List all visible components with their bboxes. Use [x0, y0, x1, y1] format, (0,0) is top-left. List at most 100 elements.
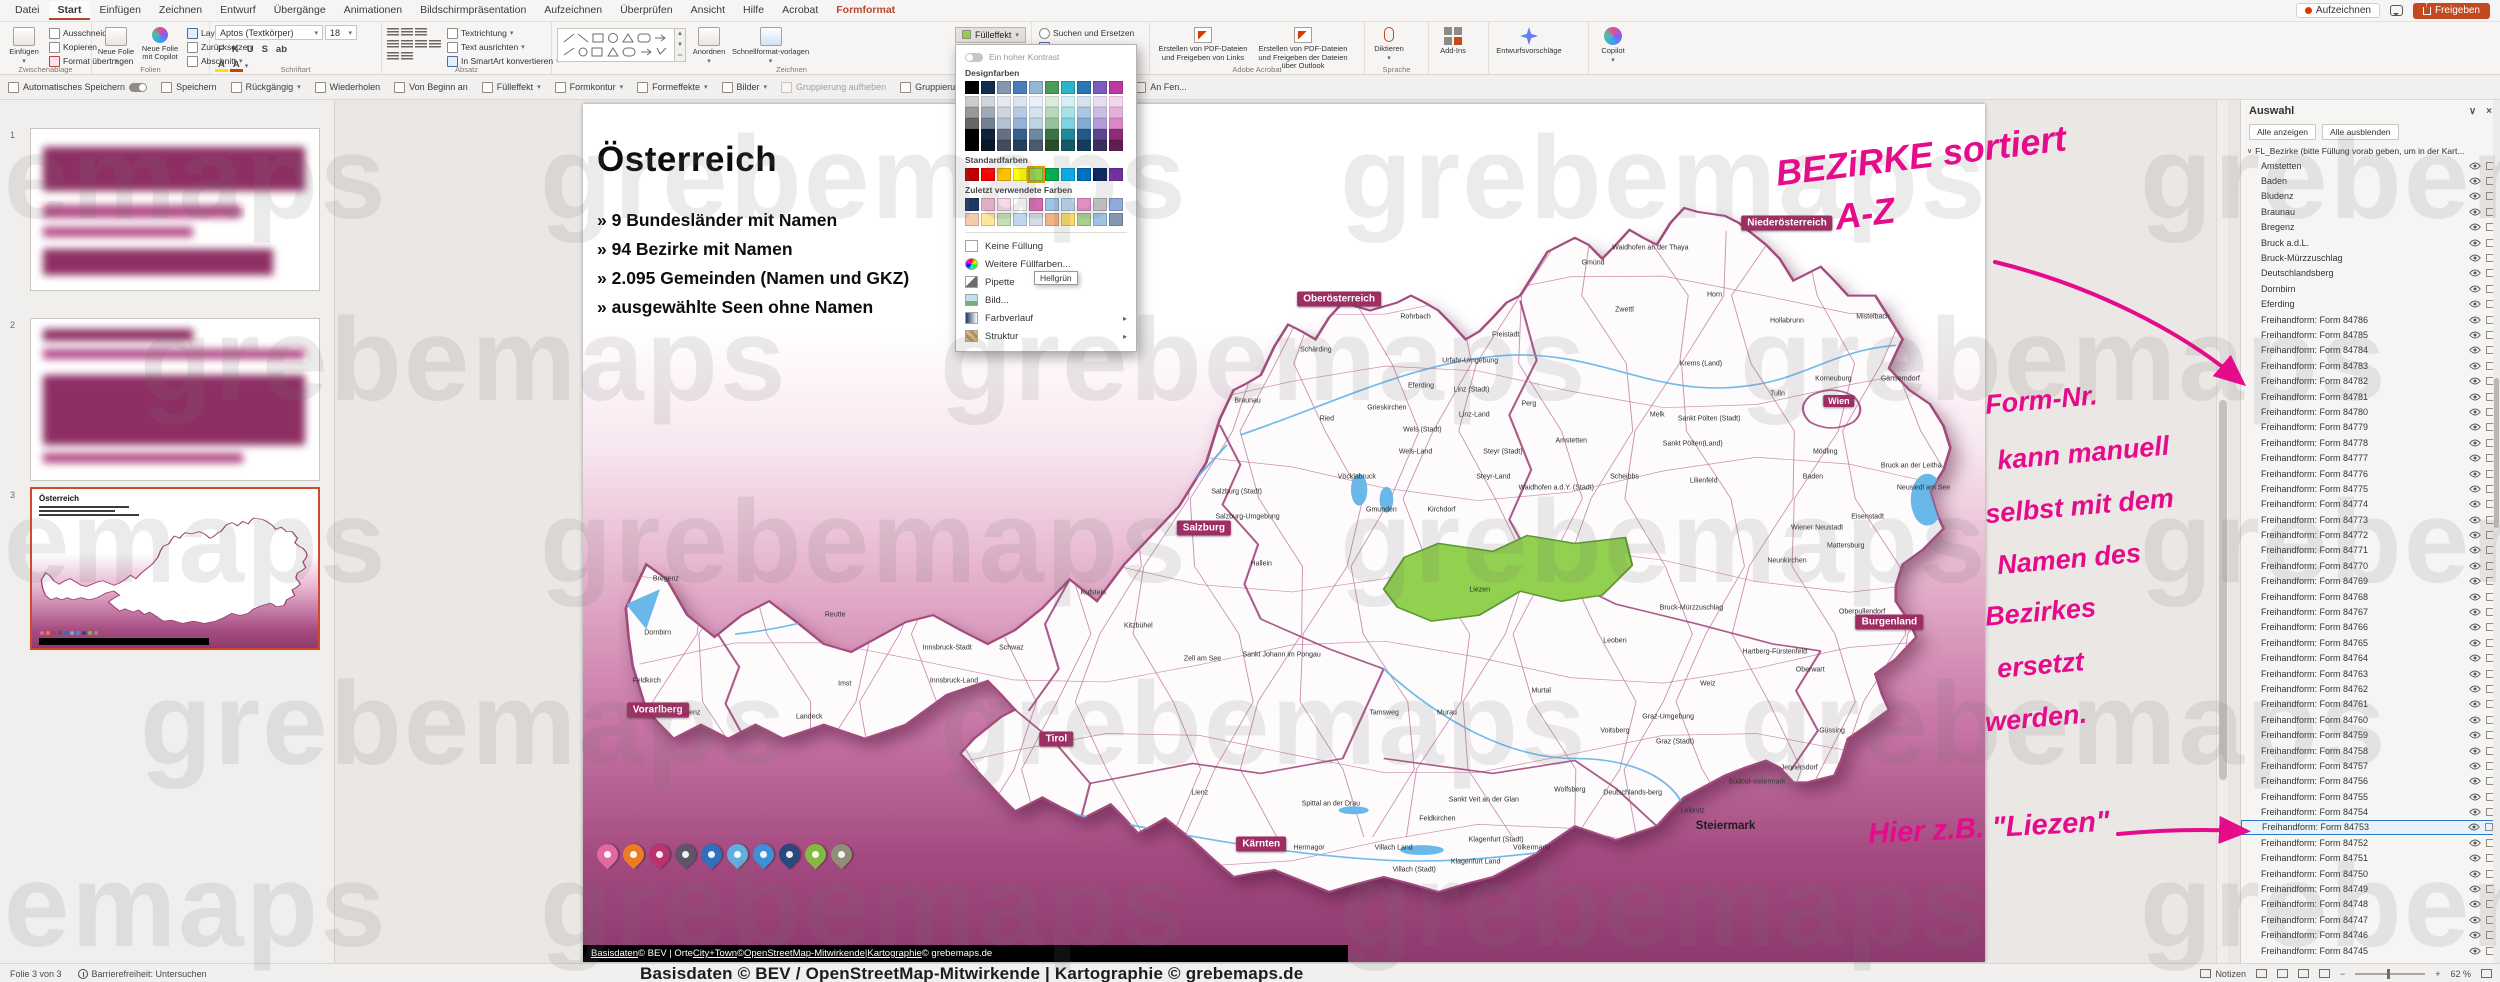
- font-style-button[interactable]: F: [215, 43, 227, 56]
- color-swatch[interactable]: [1109, 168, 1123, 181]
- accessibility-checker[interactable]: Barrierefreiheit: Untersuchen: [78, 969, 207, 979]
- color-swatch[interactable]: [1061, 129, 1075, 140]
- color-swatch[interactable]: [1029, 140, 1043, 151]
- color-swatch[interactable]: [1109, 140, 1123, 151]
- color-swatch[interactable]: [1013, 168, 1027, 181]
- visibility-eye-icon[interactable]: [2469, 731, 2481, 739]
- visibility-eye-icon[interactable]: [2469, 762, 2481, 770]
- selection-list-item[interactable]: Eferding: [2241, 297, 2500, 312]
- new-slide-copilot-button[interactable]: Neue Folie mit Copilot: [139, 25, 181, 62]
- map-pin-icon[interactable]: [593, 840, 623, 870]
- dictate-button[interactable]: Diktieren▾: [1370, 25, 1408, 63]
- visibility-eye-icon[interactable]: [2469, 546, 2481, 554]
- color-swatch[interactable]: [965, 118, 979, 129]
- slide-thumbnail-2[interactable]: [30, 318, 320, 481]
- selection-list-item[interactable]: Freihandform: Form 84748: [2241, 897, 2500, 912]
- color-swatch[interactable]: [1109, 118, 1123, 129]
- quick-access-button[interactable]: Bilder ▾: [722, 82, 768, 93]
- map-pin-icon[interactable]: [671, 840, 701, 870]
- addins-button[interactable]: Add-Ins: [1434, 25, 1472, 55]
- visibility-eye-icon[interactable]: [2469, 931, 2481, 939]
- selection-list-item[interactable]: Freihandform: Form 84751: [2241, 851, 2500, 866]
- visibility-eye-icon[interactable]: [2469, 916, 2481, 924]
- color-swatch[interactable]: [981, 213, 995, 226]
- zoom-slider[interactable]: [2355, 973, 2425, 975]
- visibility-eye-icon[interactable]: [2469, 454, 2481, 462]
- color-swatch[interactable]: [1029, 168, 1043, 181]
- color-swatch[interactable]: [997, 118, 1011, 129]
- color-swatch[interactable]: [1013, 81, 1027, 94]
- selection-list-item[interactable]: Freihandform: Form 84767: [2241, 604, 2500, 619]
- color-swatch[interactable]: [981, 140, 995, 151]
- selection-list-item[interactable]: Freihandform: Form 84757: [2241, 758, 2500, 773]
- color-swatch[interactable]: [1045, 107, 1059, 118]
- selection-list-item[interactable]: Freihandform: Form 84750: [2241, 866, 2500, 881]
- align-right-icon[interactable]: [415, 39, 427, 49]
- visibility-eye-icon[interactable]: [2469, 192, 2481, 200]
- color-swatch[interactable]: [1013, 96, 1027, 107]
- color-swatch[interactable]: [997, 107, 1011, 118]
- color-swatch[interactable]: [1109, 213, 1123, 226]
- visibility-eye-icon[interactable]: [2469, 346, 2481, 354]
- zoom-out-button[interactable]: −: [2340, 969, 2345, 979]
- visibility-eye-icon[interactable]: [2469, 854, 2481, 862]
- zoom-in-button[interactable]: +: [2435, 969, 2440, 979]
- selection-list-item[interactable]: Freihandform: Form 84747: [2241, 912, 2500, 927]
- ribbon-tab[interactable]: Formformat: [827, 1, 904, 20]
- fill-menu-item[interactable]: Struktur ▸: [965, 327, 1127, 345]
- autosave-toggle[interactable]: [129, 83, 147, 92]
- comments-icon[interactable]: [2390, 5, 2403, 16]
- selection-list-item[interactable]: Braunau: [2241, 204, 2500, 219]
- visibility-eye-icon[interactable]: [2469, 316, 2481, 324]
- visibility-eye-icon[interactable]: [2469, 793, 2481, 801]
- visibility-eye-icon[interactable]: [2469, 300, 2481, 308]
- selection-list-item[interactable]: Freihandform: Form 84781: [2241, 389, 2500, 404]
- credit-text[interactable]: Kartographie: [867, 948, 921, 959]
- visibility-eye-icon[interactable]: [2469, 670, 2481, 678]
- selection-list-item[interactable]: Freihandform: Form 84779: [2241, 420, 2500, 435]
- color-swatch[interactable]: [1093, 140, 1107, 151]
- selection-list-item[interactable]: Freihandform: Form 84753: [2241, 820, 2500, 835]
- credit-text[interactable]: ©: [737, 948, 744, 959]
- color-swatch[interactable]: [1093, 81, 1107, 94]
- color-swatch[interactable]: [1061, 107, 1075, 118]
- credit-text[interactable]: © BEV | Orte: [638, 948, 693, 959]
- selection-list-item[interactable]: Freihandform: Form 84765: [2241, 635, 2500, 650]
- color-swatch[interactable]: [1093, 107, 1107, 118]
- visibility-eye-icon[interactable]: [2469, 900, 2481, 908]
- color-swatch[interactable]: [1093, 168, 1107, 181]
- visibility-eye-icon[interactable]: [2469, 623, 2481, 631]
- align-center-icon[interactable]: [401, 39, 413, 49]
- font-style-button[interactable]: S: [259, 43, 271, 56]
- selection-list-item[interactable]: Freihandform: Form 84756: [2241, 774, 2500, 789]
- visibility-eye-icon[interactable]: [2469, 885, 2481, 893]
- slide-thumbnail-1[interactable]: [30, 128, 320, 291]
- ribbon-tab[interactable]: Aufzeichnen: [535, 1, 611, 20]
- chevron-down-icon[interactable]: ∨: [2469, 106, 2476, 117]
- font-style-button[interactable]: U: [244, 43, 257, 56]
- designer-button[interactable]: Entwurfsvorschläge: [1494, 25, 1564, 55]
- map-pin-icon[interactable]: [801, 840, 831, 870]
- visibility-eye-icon[interactable]: [2469, 608, 2481, 616]
- selection-group-header[interactable]: ∨ FL_Bezirke (bitte Füllung vorab geben,…: [2241, 144, 2500, 158]
- visibility-eye-icon[interactable]: [2469, 516, 2481, 524]
- color-swatch[interactable]: [1061, 198, 1075, 211]
- map-pin-icon[interactable]: [775, 840, 805, 870]
- color-swatch[interactable]: [1013, 118, 1027, 129]
- selection-list-item[interactable]: Freihandform: Form 84761: [2241, 697, 2500, 712]
- selection-list-item[interactable]: Freihandform: Form 84762: [2241, 681, 2500, 696]
- color-swatch[interactable]: [1077, 168, 1091, 181]
- selection-list-item[interactable]: Freihandform: Form 84774: [2241, 497, 2500, 512]
- color-swatch[interactable]: [1061, 168, 1075, 181]
- font-style-button[interactable]: ab: [273, 43, 290, 56]
- color-swatch[interactable]: [965, 140, 979, 151]
- map-pin-icon[interactable]: [723, 840, 753, 870]
- quick-access-button[interactable]: Fülleffekt ▾: [482, 82, 541, 93]
- shape-gallery-scroll[interactable]: ▲▼═: [675, 28, 686, 62]
- visibility-eye-icon[interactable]: [2469, 377, 2481, 385]
- slide-canvas[interactable]: Österreich » 9 Bundesländer mit Namen» 9…: [583, 104, 1985, 962]
- ribbon-tab[interactable]: Hilfe: [734, 1, 773, 20]
- selection-list-item[interactable]: Freihandform: Form 84755: [2241, 789, 2500, 804]
- ribbon-tab[interactable]: Einfügen: [90, 1, 149, 20]
- color-swatch[interactable]: [1029, 118, 1043, 129]
